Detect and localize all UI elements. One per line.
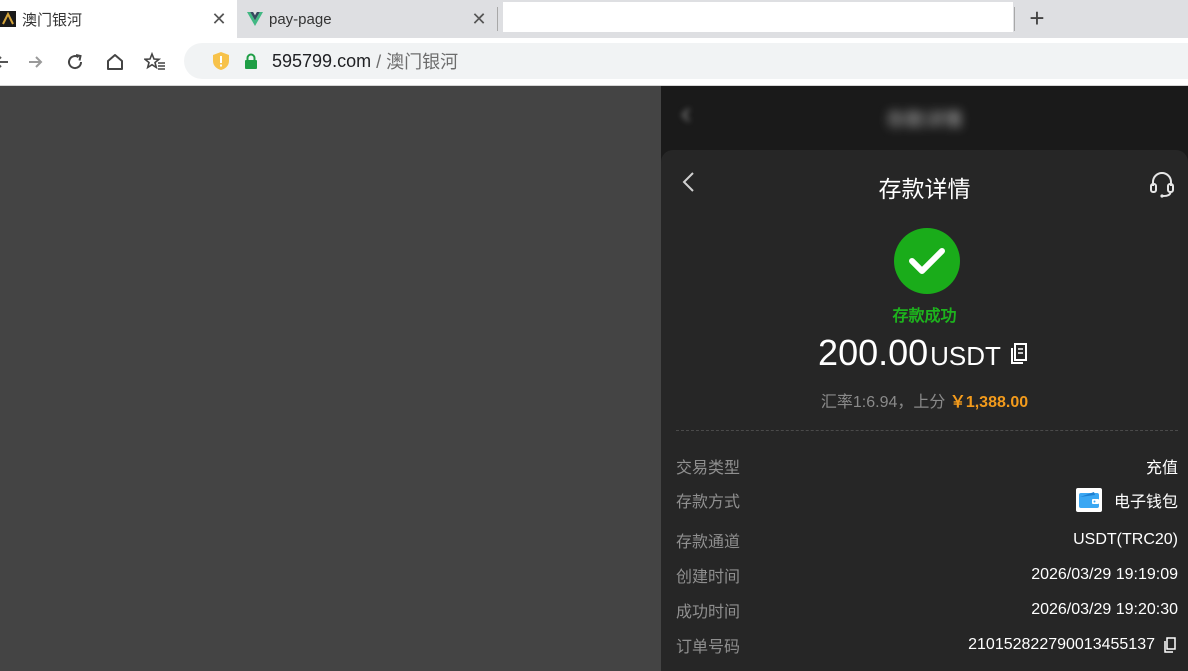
site-favicon-icon	[0, 11, 16, 27]
detail-value: 充值	[1145, 460, 1178, 477]
forward-button[interactable]	[21, 48, 49, 76]
detail-label: 订单号码	[676, 639, 741, 656]
detail-value: 2026/03/29 19:19:09	[1031, 566, 1178, 583]
blurred-page-header: 存款详情	[661, 86, 1188, 150]
detail-value: 电子钱包	[1075, 488, 1178, 512]
page-title: 存款详情	[878, 176, 971, 202]
detail-value: USDT(TRC20)	[1073, 531, 1178, 548]
detail-row-success-time: 成功时间 2026/03/29 19:20:30	[676, 598, 1178, 622]
home-icon	[107, 54, 123, 70]
detail-row-created-time: 创建时间 2026/03/29 19:19:09	[676, 563, 1178, 587]
detail-row-deposit-channel: 存款通道 USDT(TRC20)	[676, 528, 1178, 552]
rate-text: 汇率1:6.94，上分	[820, 394, 946, 411]
vue-logo-icon	[247, 12, 263, 26]
success-check-badge	[894, 228, 960, 294]
credit-amount: ￥1,388.00	[949, 394, 1029, 411]
detail-label: 成功时间	[676, 604, 741, 621]
new-tab-button[interactable]: +	[1022, 3, 1052, 33]
check-icon	[909, 248, 945, 274]
tab-aomen-yinhe[interactable]: 澳门银河 ✕	[0, 0, 237, 38]
tab-separator	[1014, 7, 1015, 31]
blurred-header-title: 存款详情	[886, 109, 963, 131]
page-content: 存款详情 存款详情 存款成功 200.00 USDT 汇率1:6.94，上分 ￥…	[0, 86, 1188, 671]
forward-arrow-icon	[29, 56, 43, 68]
reload-button[interactable]	[61, 48, 89, 76]
star-list-icon	[144, 52, 165, 70]
tab-pay-page[interactable]: pay-page ✕	[237, 0, 497, 38]
browser-toolbar: 595799.com / 澳门银河	[0, 38, 1188, 86]
mobile-page: 存款详情 存款详情 存款成功 200.00 USDT 汇率1:6.94，上分 ￥…	[661, 86, 1188, 671]
detail-row-order-number: 订单号码 210152822790013455137	[676, 633, 1178, 657]
deposit-detail-sheet: 存款详情 存款成功 200.00 USDT 汇率1:6.94，上分 ￥1,388…	[661, 150, 1188, 671]
detail-row-deposit-method: 存款方式 电子钱包	[676, 488, 1178, 512]
bookmarks-button[interactable]	[141, 48, 169, 76]
order-number-text: 210152822790013455137	[968, 636, 1155, 653]
url-host: 595799.com	[272, 50, 372, 71]
tab-title: 澳门银河	[22, 11, 83, 29]
detail-label: 存款通道	[676, 534, 741, 551]
detail-row-transaction-type: 交易类型 充值	[676, 454, 1178, 478]
amount-currency: USDT	[930, 341, 1001, 371]
deposit-amount: 200.00 USDT	[661, 332, 1188, 374]
security-shield-icon[interactable]	[212, 51, 230, 71]
tab-close-icon[interactable]: ✕	[207, 7, 231, 31]
exchange-rate-info: 汇率1:6.94，上分 ￥1,388.00	[661, 388, 1188, 412]
tab-separator	[497, 7, 498, 31]
detail-label: 存款方式	[676, 494, 741, 511]
deposit-status: 存款成功	[892, 308, 957, 325]
detail-value: 2026/03/29 19:20:30	[1031, 601, 1178, 618]
lock-icon	[245, 53, 257, 69]
reload-icon	[68, 54, 83, 70]
blank-tab-area[interactable]	[503, 2, 1013, 32]
e-wallet-icon	[1075, 488, 1102, 512]
deposit-method-text: 电子钱包	[1113, 494, 1178, 511]
home-button[interactable]	[101, 48, 129, 76]
tab-close-icon[interactable]: ✕	[467, 7, 491, 31]
dashed-divider	[676, 430, 1178, 431]
copy-icon[interactable]	[1009, 341, 1031, 365]
address-bar[interactable]: 595799.com / 澳门银河	[184, 43, 1188, 79]
detail-label: 创建时间	[676, 569, 741, 586]
copy-icon[interactable]	[1163, 637, 1178, 653]
url-path: / 澳门银河	[376, 52, 459, 72]
detail-label: 交易类型	[676, 460, 741, 477]
blurred-back-icon	[681, 108, 690, 122]
tab-title: pay-page	[269, 10, 332, 28]
amount-value: 200.00	[818, 332, 929, 373]
headset-support-icon[interactable]	[1149, 170, 1175, 198]
back-button[interactable]	[0, 48, 16, 76]
back-arrow-icon	[0, 56, 8, 68]
tab-strip: 澳门银河 ✕ pay-page ✕ +	[0, 0, 1188, 38]
detail-value: 210152822790013455137	[968, 636, 1178, 654]
